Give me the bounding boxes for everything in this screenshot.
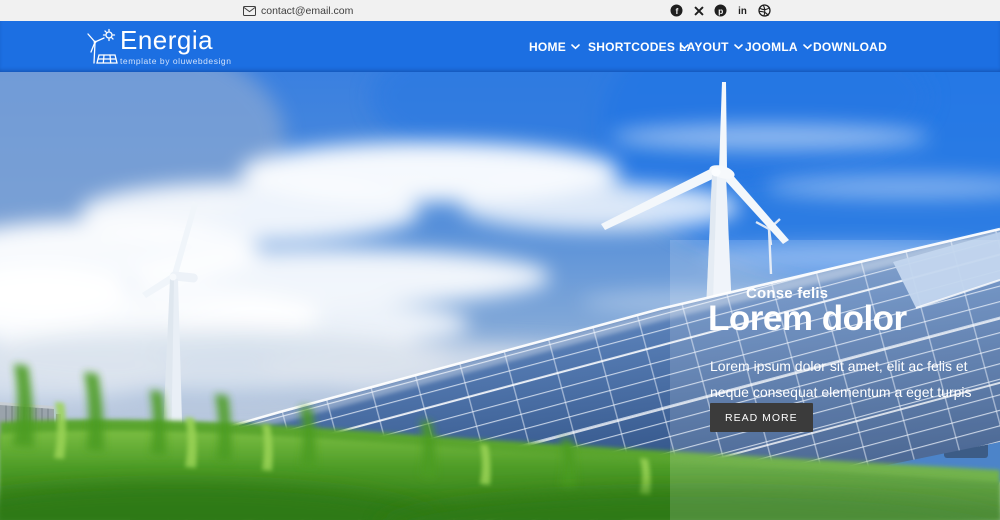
menu-item-label: LAYOUT bbox=[679, 39, 729, 54]
read-more-button[interactable]: READ MORE bbox=[710, 403, 813, 432]
brand-name: Energia bbox=[120, 25, 214, 55]
chevron-down-icon bbox=[803, 43, 812, 49]
envelope-icon bbox=[243, 5, 256, 16]
x-twitter-icon[interactable] bbox=[692, 4, 705, 17]
menu-item-layout[interactable]: LAYOUT bbox=[679, 21, 743, 72]
menu-item-label: JOOMLA bbox=[745, 39, 798, 54]
menu-item-label: DOWNLOAD bbox=[813, 39, 887, 54]
contact-email-link[interactable]: contact@email.com bbox=[243, 0, 353, 21]
svg-text:in: in bbox=[738, 6, 747, 17]
hero-title: Lorem dolor bbox=[708, 299, 907, 338]
hero-paragraph-line: Lorem ipsum dolor sit amet, elit ac feli… bbox=[710, 358, 968, 374]
menu-item-label: SHORTCODES bbox=[588, 39, 676, 54]
hero-paragraph: Lorem ipsum dolor sit amet, elit ac feli… bbox=[710, 353, 972, 405]
pinterest-icon[interactable]: p bbox=[714, 4, 727, 17]
hero-paragraph-line: neque consequat elementum a eget turpis bbox=[710, 384, 972, 400]
menu-item-label: HOME bbox=[529, 39, 566, 54]
energy-logo-icon bbox=[87, 28, 118, 64]
svg-text:f: f bbox=[675, 6, 678, 16]
menu-item-shortcodes[interactable]: SHORTCODES bbox=[588, 21, 689, 72]
facebook-icon[interactable]: f bbox=[670, 4, 683, 17]
contact-email-text: contact@email.com bbox=[261, 4, 354, 17]
menu-item-home[interactable]: HOME bbox=[529, 21, 580, 72]
hero-slider: Conse felis Lorem dolor Lorem ipsum dolo… bbox=[0, 72, 1000, 520]
brand-logo[interactable]: Energia template by oluwebdesign bbox=[84, 26, 232, 68]
menu-item-joomla[interactable]: JOOMLA bbox=[745, 21, 812, 72]
linkedin-icon[interactable]: in bbox=[736, 4, 749, 17]
chevron-down-icon bbox=[733, 43, 743, 49]
menu-item-download[interactable]: DOWNLOAD bbox=[813, 21, 887, 72]
svg-text:p: p bbox=[718, 6, 723, 16]
dribbble-icon[interactable] bbox=[758, 4, 771, 17]
chevron-down-icon bbox=[571, 43, 580, 49]
brand-tagline: template by oluwebdesign bbox=[120, 56, 232, 66]
social-links: f p in bbox=[670, 0, 771, 21]
page: contact@email.com f p in Energia templat… bbox=[0, 0, 1000, 520]
navbar: Energia template by oluwebdesign HOME SH… bbox=[0, 21, 1000, 72]
topbar: contact@email.com f p in bbox=[0, 0, 1000, 21]
